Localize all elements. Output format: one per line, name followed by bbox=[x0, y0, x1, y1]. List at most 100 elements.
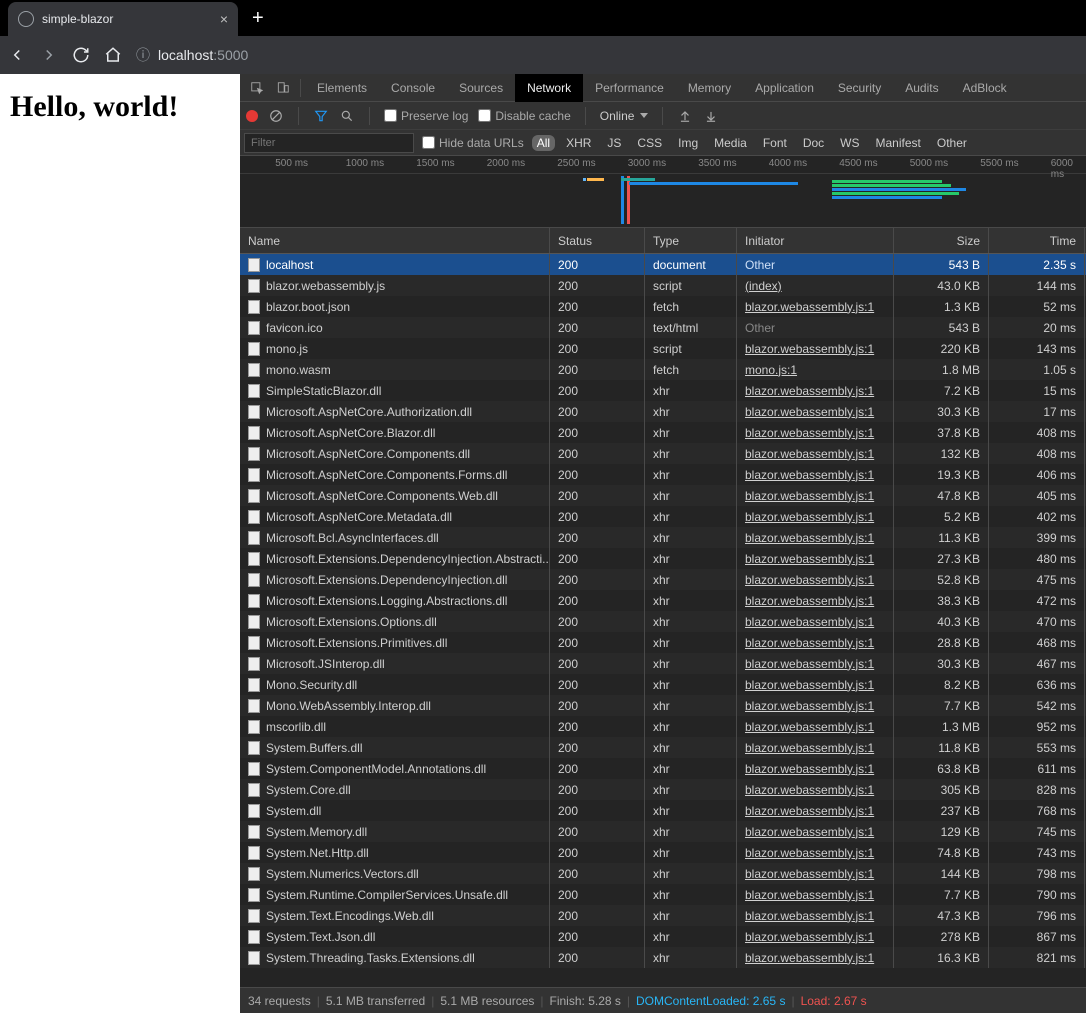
cell-initiator[interactable]: mono.js:1 bbox=[745, 363, 797, 377]
cell-initiator[interactable]: blazor.webassembly.js:1 bbox=[745, 384, 874, 398]
network-row[interactable]: System.ComponentModel.Annotations.dll200… bbox=[240, 758, 1086, 779]
network-row[interactable]: System.Buffers.dll200xhrblazor.webassemb… bbox=[240, 737, 1086, 758]
network-row[interactable]: System.Runtime.CompilerServices.Unsafe.d… bbox=[240, 884, 1086, 905]
filter-chip-font[interactable]: Font bbox=[758, 135, 792, 151]
cell-initiator[interactable]: blazor.webassembly.js:1 bbox=[745, 510, 874, 524]
cell-initiator[interactable]: blazor.webassembly.js:1 bbox=[745, 426, 874, 440]
network-row[interactable]: System.Memory.dll200xhrblazor.webassembl… bbox=[240, 821, 1086, 842]
devtools-tab-application[interactable]: Application bbox=[743, 74, 826, 102]
filter-input[interactable] bbox=[244, 133, 414, 153]
cell-initiator[interactable]: blazor.webassembly.js:1 bbox=[745, 636, 874, 650]
network-row[interactable]: System.Text.Encodings.Web.dll200xhrblazo… bbox=[240, 905, 1086, 926]
forward-button[interactable] bbox=[40, 46, 58, 64]
cell-initiator[interactable]: blazor.webassembly.js:1 bbox=[745, 741, 874, 755]
network-row[interactable]: favicon.ico200text/htmlOther543 B20 ms bbox=[240, 317, 1086, 338]
cell-initiator[interactable]: blazor.webassembly.js:1 bbox=[745, 657, 874, 671]
cell-initiator[interactable]: blazor.webassembly.js:1 bbox=[745, 594, 874, 608]
filter-icon[interactable] bbox=[313, 108, 329, 124]
cell-initiator[interactable]: blazor.webassembly.js:1 bbox=[745, 531, 874, 545]
cell-initiator[interactable]: blazor.webassembly.js:1 bbox=[745, 930, 874, 944]
filter-chip-ws[interactable]: WS bbox=[835, 135, 864, 151]
cell-initiator[interactable]: blazor.webassembly.js:1 bbox=[745, 342, 874, 356]
hide-data-urls-checkbox[interactable]: Hide data URLs bbox=[422, 136, 524, 150]
network-row[interactable]: localhost200documentOther543 B2.35 s bbox=[240, 254, 1086, 275]
cell-initiator[interactable]: blazor.webassembly.js:1 bbox=[745, 825, 874, 839]
cell-initiator[interactable]: blazor.webassembly.js:1 bbox=[745, 867, 874, 881]
devtools-tab-sources[interactable]: Sources bbox=[447, 74, 515, 102]
network-row[interactable]: Microsoft.AspNetCore.Components.Forms.dl… bbox=[240, 464, 1086, 485]
network-row[interactable]: Microsoft.JSInterop.dll200xhrblazor.weba… bbox=[240, 653, 1086, 674]
close-icon[interactable]: × bbox=[220, 11, 228, 27]
cell-initiator[interactable]: (index) bbox=[745, 279, 782, 293]
network-row[interactable]: Microsoft.AspNetCore.Components.Web.dll2… bbox=[240, 485, 1086, 506]
cell-initiator[interactable]: blazor.webassembly.js:1 bbox=[745, 678, 874, 692]
devtools-tab-performance[interactable]: Performance bbox=[583, 74, 676, 102]
network-row[interactable]: Microsoft.Bcl.AsyncInterfaces.dll200xhrb… bbox=[240, 527, 1086, 548]
col-status[interactable]: Status bbox=[550, 228, 645, 253]
record-button[interactable] bbox=[246, 110, 258, 122]
col-name[interactable]: Name bbox=[240, 228, 550, 253]
network-row[interactable]: Microsoft.Extensions.DependencyInjection… bbox=[240, 569, 1086, 590]
col-type[interactable]: Type bbox=[645, 228, 737, 253]
cell-initiator[interactable]: blazor.webassembly.js:1 bbox=[745, 720, 874, 734]
network-row[interactable]: Microsoft.Extensions.Options.dll200xhrbl… bbox=[240, 611, 1086, 632]
network-row[interactable]: blazor.webassembly.js200script(index)43.… bbox=[240, 275, 1086, 296]
timeline-overview[interactable]: 500 ms1000 ms1500 ms2000 ms2500 ms3000 m… bbox=[240, 156, 1086, 228]
devtools-tab-adblock[interactable]: AdBlock bbox=[951, 74, 1019, 102]
filter-chip-doc[interactable]: Doc bbox=[798, 135, 829, 151]
network-row[interactable]: System.Threading.Tasks.Extensions.dll200… bbox=[240, 947, 1086, 968]
filter-chip-js[interactable]: JS bbox=[602, 135, 626, 151]
clear-icon[interactable] bbox=[268, 108, 284, 124]
network-row[interactable]: blazor.boot.json200fetchblazor.webassemb… bbox=[240, 296, 1086, 317]
cell-initiator[interactable]: blazor.webassembly.js:1 bbox=[745, 489, 874, 503]
inspect-icon[interactable] bbox=[244, 75, 270, 101]
network-row[interactable]: Microsoft.Extensions.DependencyInjection… bbox=[240, 548, 1086, 569]
site-info-icon[interactable]: ⓘ bbox=[136, 45, 150, 65]
network-row[interactable]: mono.wasm200fetchmono.js:11.8 MB1.05 s bbox=[240, 359, 1086, 380]
devtools-tab-console[interactable]: Console bbox=[379, 74, 447, 102]
download-icon[interactable] bbox=[703, 108, 719, 124]
network-row[interactable]: mono.js200scriptblazor.webassembly.js:12… bbox=[240, 338, 1086, 359]
devtools-tab-memory[interactable]: Memory bbox=[676, 74, 743, 102]
network-row[interactable]: System.Core.dll200xhrblazor.webassembly.… bbox=[240, 779, 1086, 800]
home-button[interactable] bbox=[104, 46, 122, 64]
cell-initiator[interactable]: blazor.webassembly.js:1 bbox=[745, 447, 874, 461]
filter-chip-css[interactable]: CSS bbox=[632, 135, 667, 151]
cell-initiator[interactable]: blazor.webassembly.js:1 bbox=[745, 804, 874, 818]
search-icon[interactable] bbox=[339, 108, 355, 124]
network-row[interactable]: System.Numerics.Vectors.dll200xhrblazor.… bbox=[240, 863, 1086, 884]
filter-chip-all[interactable]: All bbox=[532, 135, 555, 151]
network-row[interactable]: Microsoft.Extensions.Primitives.dll200xh… bbox=[240, 632, 1086, 653]
cell-initiator[interactable]: blazor.webassembly.js:1 bbox=[745, 888, 874, 902]
browser-tab[interactable]: simple-blazor × bbox=[8, 2, 238, 36]
cell-initiator[interactable]: blazor.webassembly.js:1 bbox=[745, 783, 874, 797]
throttling-select[interactable]: Online bbox=[600, 109, 649, 123]
cell-initiator[interactable]: blazor.webassembly.js:1 bbox=[745, 552, 874, 566]
devtools-tab-audits[interactable]: Audits bbox=[893, 74, 950, 102]
filter-chip-other[interactable]: Other bbox=[932, 135, 972, 151]
network-row[interactable]: Microsoft.AspNetCore.Blazor.dll200xhrbla… bbox=[240, 422, 1086, 443]
cell-initiator[interactable]: blazor.webassembly.js:1 bbox=[745, 405, 874, 419]
filter-chip-media[interactable]: Media bbox=[709, 135, 752, 151]
device-icon[interactable] bbox=[270, 75, 296, 101]
cell-initiator[interactable]: blazor.webassembly.js:1 bbox=[745, 846, 874, 860]
preserve-log-checkbox[interactable]: Preserve log bbox=[384, 109, 468, 123]
cell-initiator[interactable]: blazor.webassembly.js:1 bbox=[745, 699, 874, 713]
network-row[interactable]: System.dll200xhrblazor.webassembly.js:12… bbox=[240, 800, 1086, 821]
back-button[interactable] bbox=[8, 46, 26, 64]
network-row[interactable]: Microsoft.AspNetCore.Components.dll200xh… bbox=[240, 443, 1086, 464]
cell-initiator[interactable]: blazor.webassembly.js:1 bbox=[745, 468, 874, 482]
col-time[interactable]: Time bbox=[989, 228, 1085, 253]
cell-initiator[interactable]: blazor.webassembly.js:1 bbox=[745, 573, 874, 587]
cell-initiator[interactable]: blazor.webassembly.js:1 bbox=[745, 909, 874, 923]
filter-chip-xhr[interactable]: XHR bbox=[561, 135, 596, 151]
network-row[interactable]: Mono.Security.dll200xhrblazor.webassembl… bbox=[240, 674, 1086, 695]
devtools-tab-elements[interactable]: Elements bbox=[305, 74, 379, 102]
col-size[interactable]: Size bbox=[894, 228, 989, 253]
url-display[interactable]: ⓘ localhost:5000 bbox=[136, 45, 248, 65]
network-row[interactable]: mscorlib.dll200xhrblazor.webassembly.js:… bbox=[240, 716, 1086, 737]
network-row[interactable]: Mono.WebAssembly.Interop.dll200xhrblazor… bbox=[240, 695, 1086, 716]
cell-initiator[interactable]: blazor.webassembly.js:1 bbox=[745, 300, 874, 314]
devtools-tab-network[interactable]: Network bbox=[515, 74, 583, 102]
filter-chip-img[interactable]: Img bbox=[673, 135, 703, 151]
